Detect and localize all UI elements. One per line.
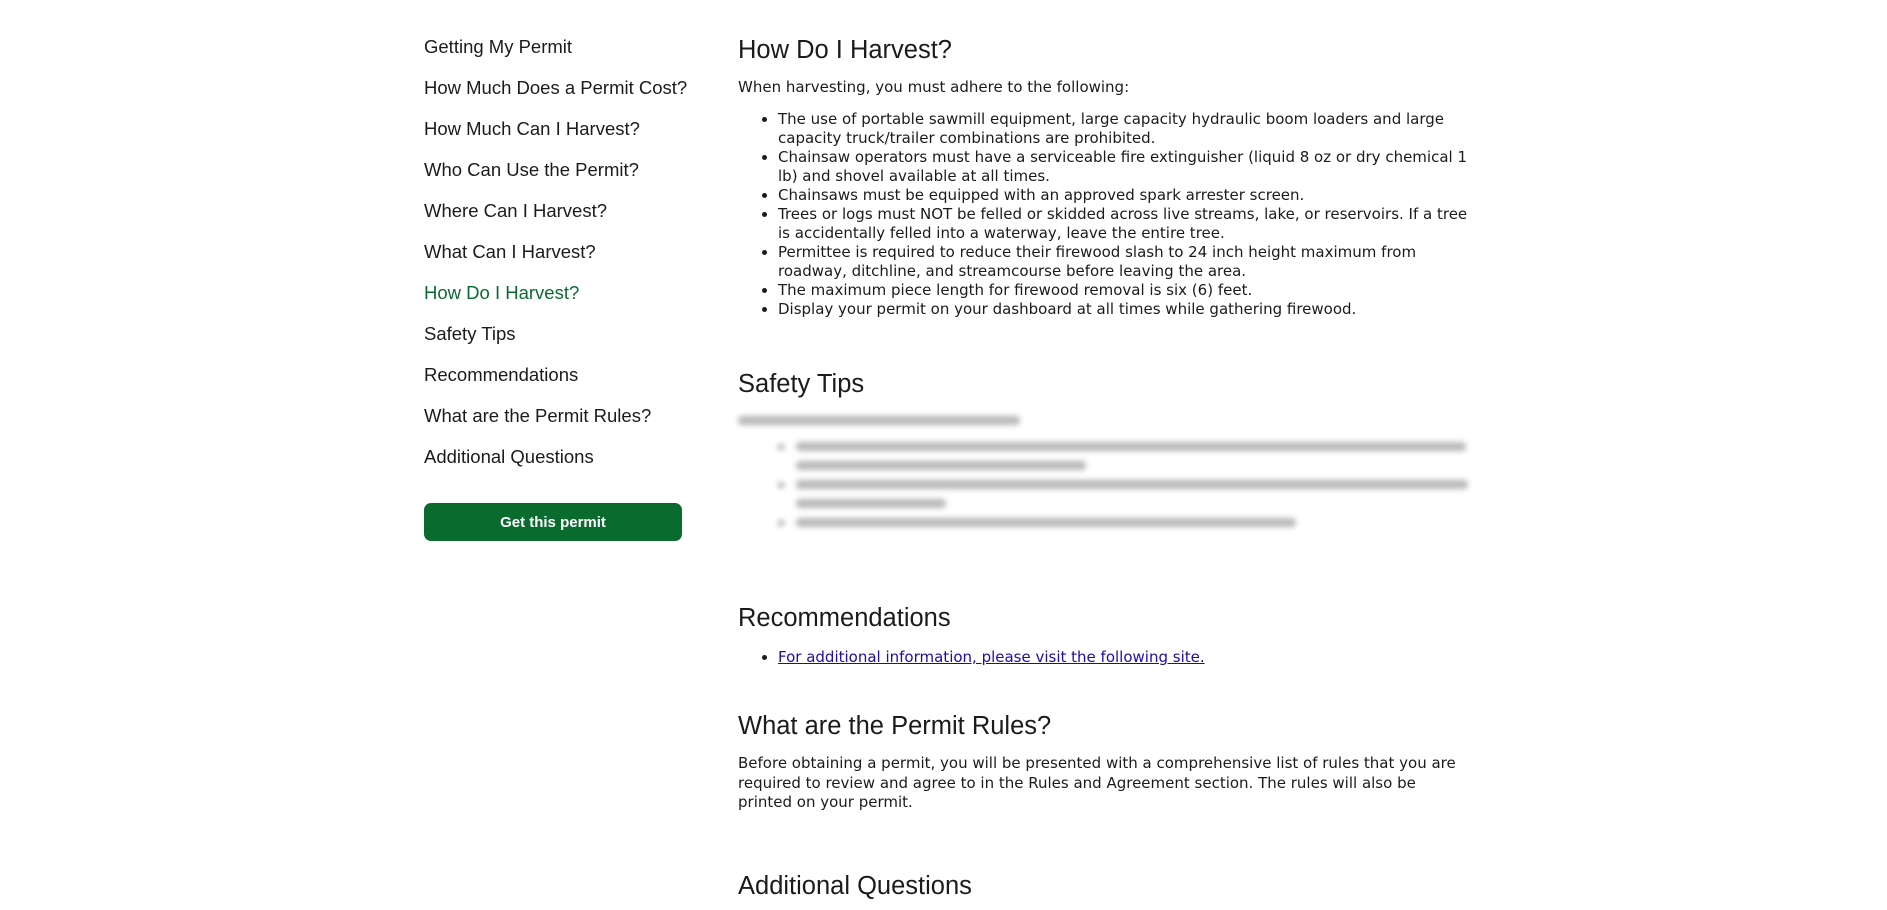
section-permit-rules: What are the Permit Rules? Before obtain… — [738, 710, 1468, 813]
section-title-permit-rules: What are the Permit Rules? — [738, 712, 1052, 740]
section-recommendations: Recommendations For additional informati… — [738, 602, 1468, 667]
list-item: Chainsaws must be equipped with an appro… — [778, 186, 1468, 205]
sidebar-item-additional-questions[interactable]: Additional Questions — [424, 444, 682, 485]
sidebar-item-permit-cost[interactable]: How Much Does a Permit Cost? — [424, 75, 687, 116]
safety-tips-blurred-content — [738, 416, 1468, 527]
page: Getting My Permit How Much Does a Permit… — [0, 0, 1887, 910]
sidebar-item-what-harvest[interactable]: What Can I Harvest? — [424, 239, 682, 280]
sidebar-item-safety-tips[interactable]: Safety Tips — [424, 321, 682, 362]
sidebar-nav: Getting My Permit How Much Does a Permit… — [424, 34, 687, 541]
list-item: The maximum piece length for firewood re… — [778, 281, 1468, 300]
harvest-rules-list: The use of portable sawmill equipment, l… — [738, 110, 1468, 319]
list-item: Trees or logs must NOT be felled or skid… — [778, 205, 1468, 243]
section-title-how-do-i-harvest: How Do I Harvest? — [738, 36, 952, 64]
sidebar-item-getting-my-permit[interactable]: Getting My Permit — [424, 34, 682, 75]
section-title-recommendations: Recommendations — [738, 604, 951, 632]
list-item: Permittee is required to reduce their fi… — [778, 243, 1468, 281]
permit-rules-body: Before obtaining a permit, you will be p… — [738, 754, 1456, 811]
sidebar-item-how-much-harvest[interactable]: How Much Can I Harvest? — [424, 116, 682, 157]
sidebar-item-who-can-use[interactable]: Who Can Use the Permit? — [424, 157, 682, 198]
sidebar-item-where-harvest[interactable]: Where Can I Harvest? — [424, 198, 682, 239]
sidebar-item-permit-rules[interactable]: What are the Permit Rules? — [424, 403, 682, 444]
list-item: Chainsaw operators must have a serviceab… — [778, 148, 1468, 186]
get-permit-button[interactable]: Get this permit — [424, 503, 682, 541]
recommendations-list: For additional information, please visit… — [738, 648, 1468, 667]
section-additional-questions: Additional Questions — [738, 870, 1468, 902]
list-item: Display your permit on your dashboard at… — [778, 300, 1468, 319]
section-how-do-i-harvest: How Do I Harvest? When harvesting, you m… — [738, 34, 1468, 319]
sidebar-item-how-do-i-harvest[interactable]: How Do I Harvest? — [424, 280, 682, 321]
list-item: For additional information, please visit… — [778, 648, 1468, 667]
section-safety-tips: Safety Tips — [738, 368, 1468, 527]
additional-info-link[interactable]: For additional information, please visit… — [778, 648, 1205, 666]
section-title-safety-tips: Safety Tips — [738, 370, 865, 398]
harvest-intro: When harvesting, you must adhere to the … — [738, 78, 1130, 96]
section-title-additional-questions: Additional Questions — [738, 872, 972, 900]
sidebar-item-recommendations[interactable]: Recommendations — [424, 362, 682, 403]
list-item: The use of portable sawmill equipment, l… — [778, 110, 1468, 148]
